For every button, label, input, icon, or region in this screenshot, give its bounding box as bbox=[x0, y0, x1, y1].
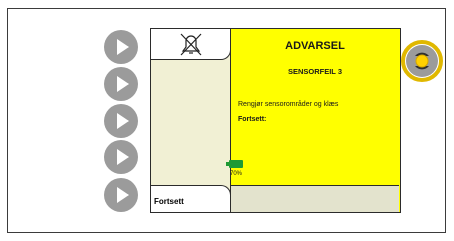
play-icon bbox=[117, 39, 129, 55]
softkey-button-5[interactable] bbox=[104, 178, 138, 212]
play-icon bbox=[117, 113, 129, 129]
warning-title: ADVARSEL bbox=[285, 40, 345, 52]
navigation-button[interactable] bbox=[401, 40, 443, 82]
up-down-nav-icon bbox=[406, 45, 438, 77]
play-icon bbox=[117, 149, 129, 165]
softkey-button-2[interactable] bbox=[104, 67, 138, 101]
battery-level: 70% bbox=[230, 171, 243, 177]
softkey-button-1[interactable] bbox=[104, 30, 138, 64]
alarm-icon-box bbox=[151, 29, 231, 60]
fortsett-softkey[interactable]: Fortsett bbox=[151, 185, 231, 212]
play-icon bbox=[117, 76, 129, 92]
warning-message: Rengjør sensorområder og klæs bbox=[238, 101, 339, 108]
warning-subtitle: SENSORFEIL 3 bbox=[287, 67, 343, 76]
play-icon bbox=[117, 187, 129, 203]
display-screen: Fortsett ADVARSEL SENSORFEIL 3 Rengjør s… bbox=[150, 28, 401, 213]
status-bar bbox=[231, 185, 399, 212]
alarm-off-icon bbox=[180, 33, 202, 56]
softkey-button-4[interactable] bbox=[104, 140, 138, 174]
softkey-button-3[interactable] bbox=[104, 104, 138, 138]
battery-icon bbox=[229, 160, 243, 168]
action-text: Fortsett: bbox=[238, 116, 267, 123]
